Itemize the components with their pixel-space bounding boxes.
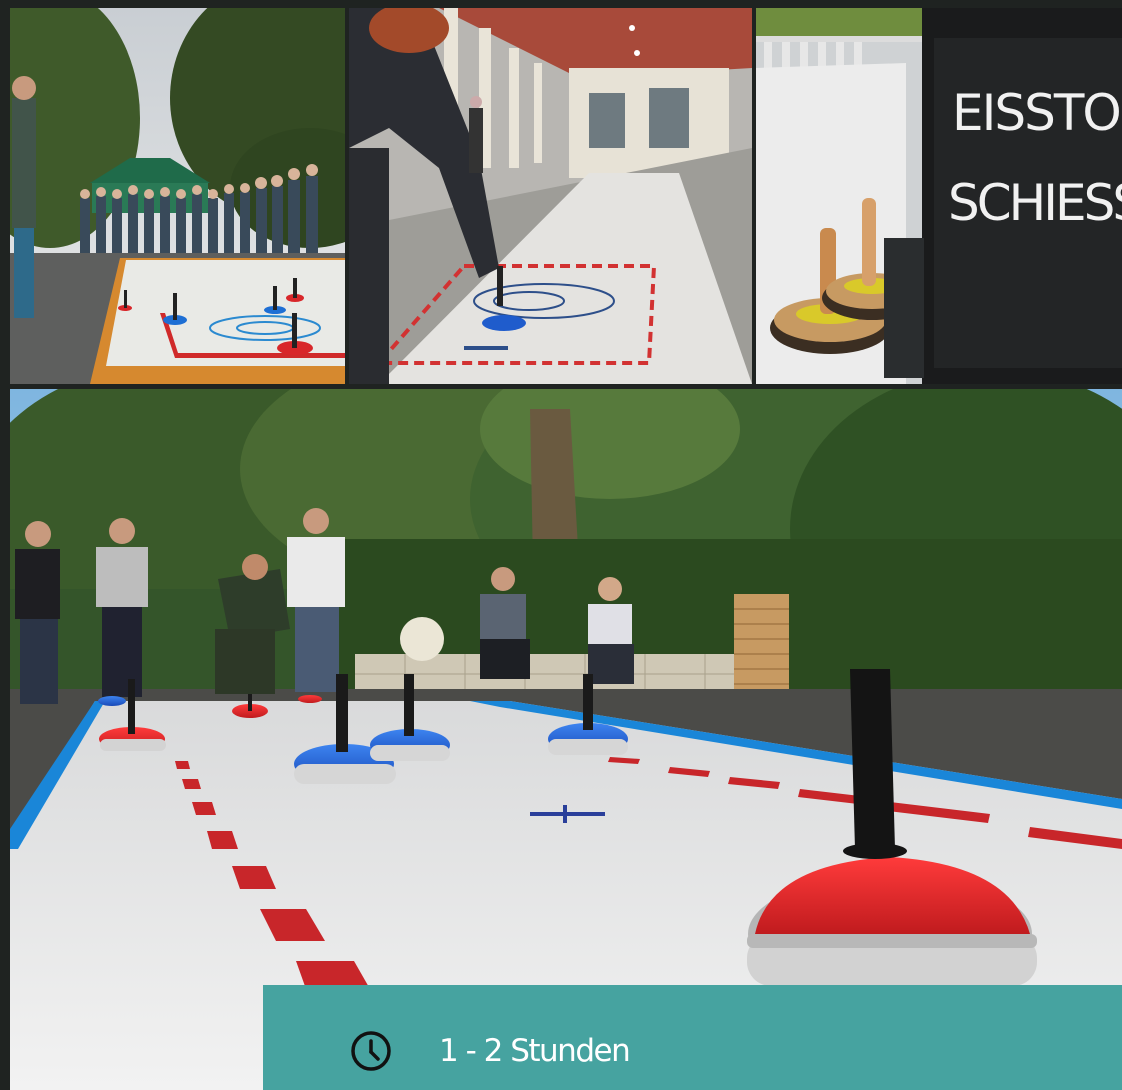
duration-text: 1 - 2 Stunden bbox=[439, 1033, 631, 1069]
info-panel: 1 - 2 Stunden bbox=[263, 985, 1122, 1090]
event-gallery: EISSTOC SCHIESSE bbox=[0, 0, 1122, 1090]
clock-icon bbox=[349, 1029, 393, 1073]
photo-eisstock-sign: EISSTOC SCHIESSE bbox=[756, 8, 1122, 384]
photo-group-outdoor bbox=[10, 8, 345, 384]
photo-arcade-hall bbox=[349, 8, 752, 384]
sign-line-2: SCHIESSE bbox=[948, 174, 1122, 232]
duration-row: 1 - 2 Stunden bbox=[349, 1029, 631, 1073]
sign-line-1: EISSTOC bbox=[952, 84, 1122, 142]
